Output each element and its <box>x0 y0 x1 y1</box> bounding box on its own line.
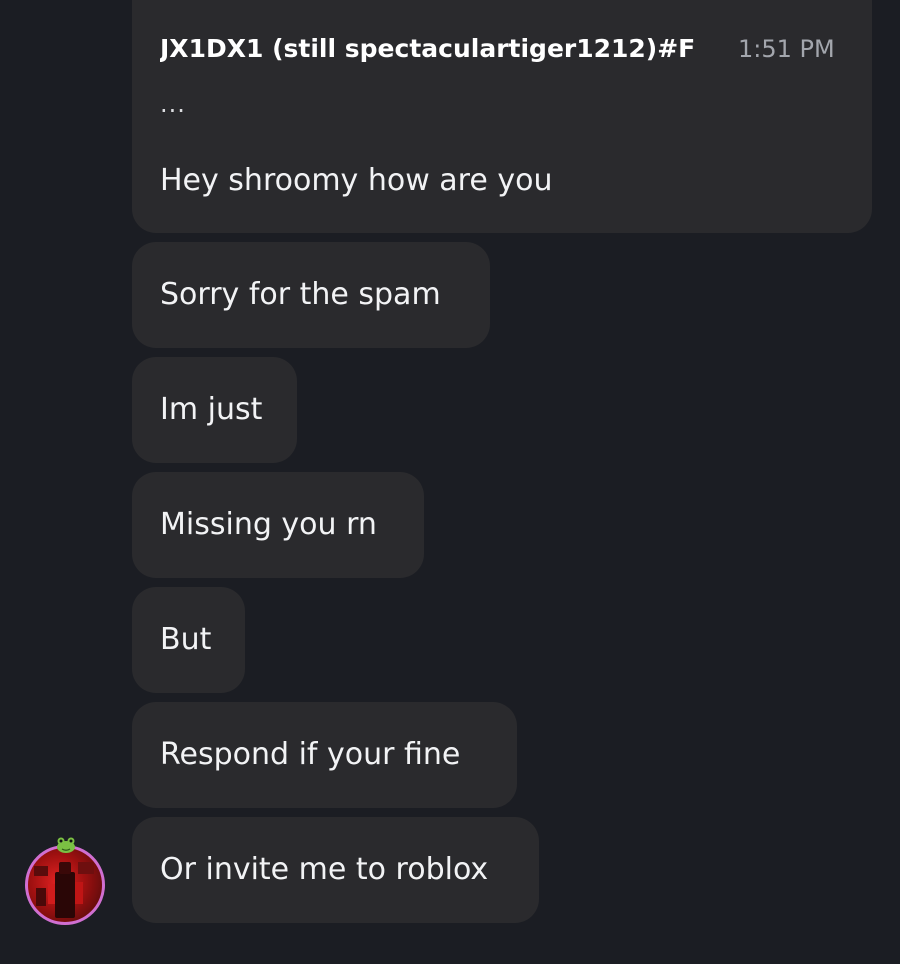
author-name-fade <box>705 33 727 67</box>
message-bubble[interactable]: Missing you rn <box>132 472 424 578</box>
message-text: Missing you rn <box>160 507 377 542</box>
message-bubble[interactable]: JX1DX1 (still spectaculartiger1212)#F 1:… <box>132 0 872 233</box>
message-bubble[interactable]: But <box>132 587 245 693</box>
chat-thread: JX1DX1 (still spectaculartiger1212)#F 1:… <box>0 0 900 964</box>
message-bubble[interactable]: Or invite me to roblox <box>132 817 539 923</box>
author-name[interactable]: JX1DX1 (still spectaculartiger1212)#F <box>160 33 725 65</box>
message-bubble[interactable]: Respond if your fine <box>132 702 517 808</box>
message-text: Im just <box>160 392 263 427</box>
message-ellipsis: ... <box>160 90 186 118</box>
message-header: JX1DX1 (still spectaculartiger1212)#F 1:… <box>160 33 850 67</box>
message-bubble[interactable]: Im just <box>132 357 297 463</box>
avatar-image <box>34 862 94 918</box>
message-bubble[interactable]: Sorry for the spam <box>132 242 490 348</box>
message-text: Respond if your fine <box>160 737 461 772</box>
message-text: But <box>160 622 212 657</box>
message-text: Or invite me to roblox <box>160 852 489 887</box>
message-timestamp: 1:51 PM <box>738 35 835 63</box>
message-text: Sorry for the spam <box>160 277 441 312</box>
user-avatar-icon[interactable] <box>25 845 105 925</box>
frog-badge-icon <box>57 837 75 853</box>
message-text: Hey shroomy how are you <box>160 163 553 198</box>
